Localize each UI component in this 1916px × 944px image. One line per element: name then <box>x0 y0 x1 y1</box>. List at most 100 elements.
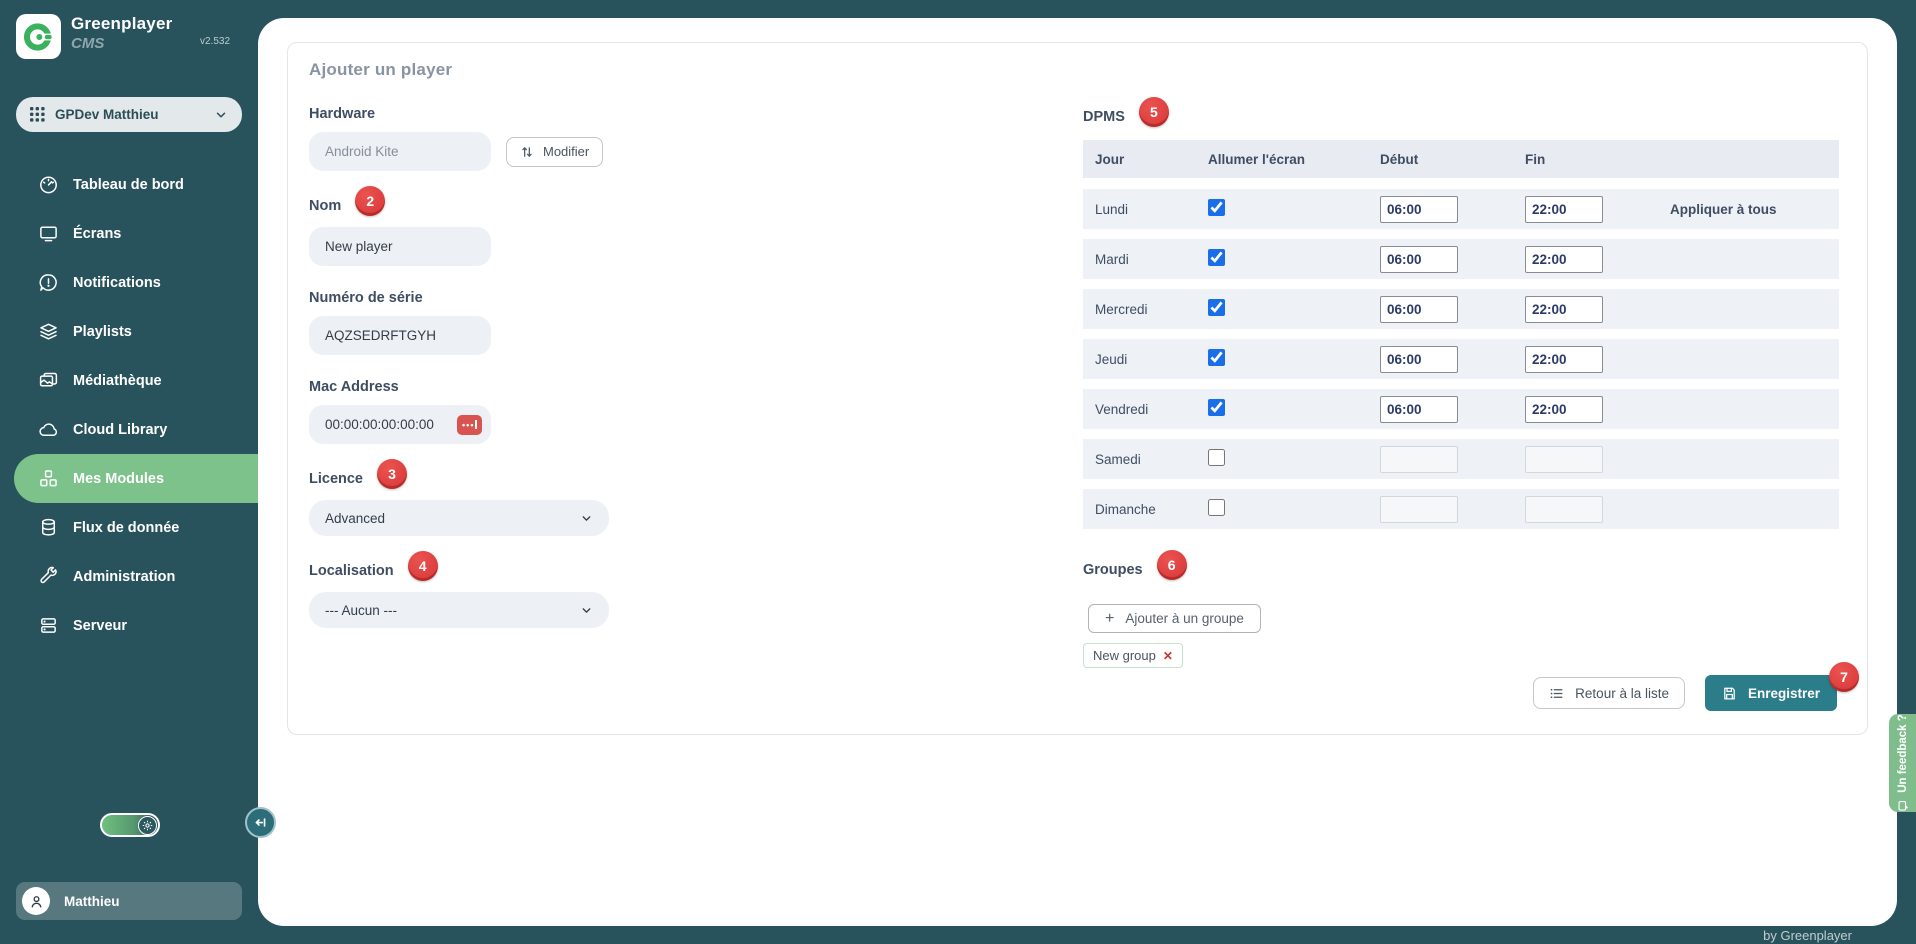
user-menu[interactable]: Matthieu <box>16 882 242 920</box>
sidebar-item-dashboard[interactable]: Tableau de bord <box>14 160 258 209</box>
version-label: v2.532 <box>200 36 230 47</box>
groupes-section: Groupes 6 + Ajouter à un groupe New grou… <box>1083 559 1839 668</box>
workspace-label: GPDev Matthieu <box>55 107 204 122</box>
sidebar-item-playlists[interactable]: Playlists <box>14 307 258 356</box>
plus-icon: + <box>1105 610 1114 628</box>
server-icon <box>38 615 59 636</box>
screen-on-checkbox[interactable] <box>1208 399 1225 416</box>
feedback-label: Un feedback ? <box>1897 714 1909 793</box>
sidebar-item-label: Tableau de bord <box>73 177 184 193</box>
screen-on-checkbox[interactable] <box>1208 349 1225 366</box>
nom-label: Nom <box>309 198 341 214</box>
sidebar-item-screens[interactable]: Écrans <box>14 209 258 258</box>
end-time-input[interactable] <box>1525 396 1603 423</box>
remove-group-icon[interactable]: ✕ <box>1163 649 1173 663</box>
sidebar-item-notifications[interactable]: Notifications <box>14 258 258 307</box>
save-button[interactable]: Enregistrer 7 <box>1705 675 1837 711</box>
sidebar-item-data-feed[interactable]: Flux de donnée <box>14 503 258 552</box>
media-library-icon <box>38 370 59 391</box>
screens-icon <box>38 223 59 244</box>
start-time-input[interactable] <box>1380 446 1458 473</box>
grid-icon <box>30 107 45 122</box>
data-feed-icon <box>38 517 59 538</box>
end-time-input[interactable] <box>1525 196 1603 223</box>
screen-on-checkbox[interactable] <box>1208 249 1225 266</box>
sidebar-item-modules[interactable]: Mes Modules <box>14 454 258 503</box>
main-panel: Ajouter un player Hardware Android Kite … <box>258 18 1897 926</box>
step-badge-5: 5 <box>1139 97 1169 127</box>
screen-on-checkbox[interactable] <box>1208 199 1225 216</box>
sidebar-item-label: Administration <box>73 569 175 585</box>
serial-input[interactable] <box>309 316 491 355</box>
sidebar-item-administration[interactable]: Administration <box>14 552 258 601</box>
day-label: Vendredi <box>1095 402 1208 417</box>
start-time-input[interactable] <box>1380 496 1458 523</box>
dpms-row-dimanche: Dimanche <box>1083 489 1839 529</box>
start-time-input[interactable] <box>1380 246 1458 273</box>
add-player-card: Ajouter un player Hardware Android Kite … <box>287 42 1868 735</box>
localisation-select[interactable]: --- Aucun --- <box>309 592 609 628</box>
arrow-left-to-bar-icon <box>253 815 268 830</box>
step-badge-3: 3 <box>377 459 407 489</box>
back-to-list-button[interactable]: Retour à la liste <box>1533 677 1685 709</box>
day-label: Lundi <box>1095 202 1208 217</box>
end-time-input[interactable] <box>1525 346 1603 373</box>
licence-select[interactable]: Advanced <box>309 500 609 536</box>
group-tag: New group✕ <box>1083 643 1183 668</box>
start-time-input[interactable] <box>1380 346 1458 373</box>
start-time-input[interactable] <box>1380 196 1458 223</box>
feedback-tab[interactable]: Un feedback ? <box>1889 714 1916 812</box>
sidebar-item-label: Notifications <box>73 275 161 291</box>
dpms-column-header: Allumer l'écran <box>1208 152 1380 167</box>
screen-on-checkbox[interactable] <box>1208 499 1225 516</box>
dpms-row-mercredi: Mercredi <box>1083 289 1839 329</box>
chevron-down-icon <box>580 512 593 525</box>
collapse-sidebar-button[interactable] <box>245 807 276 838</box>
step-badge-4: 4 <box>408 551 438 581</box>
input-mask-icon: ••• <box>457 415 482 435</box>
dpms-row-samedi: Samedi <box>1083 439 1839 479</box>
dpms-column-header: Jour <box>1095 152 1208 167</box>
groupes-label: Groupes <box>1083 562 1143 578</box>
end-time-input[interactable] <box>1525 246 1603 273</box>
sidebar-item-cloud-library[interactable]: Cloud Library <box>14 405 258 454</box>
end-time-input[interactable] <box>1525 296 1603 323</box>
apply-to-all-link[interactable]: Appliquer à tous <box>1670 202 1777 217</box>
page-title: Ajouter un player <box>309 60 452 80</box>
step-badge-6: 6 <box>1157 550 1187 580</box>
screen-on-checkbox[interactable] <box>1208 449 1225 466</box>
modify-hardware-button[interactable]: Modifier <box>506 137 603 167</box>
sidebar-nav: Tableau de bord Écrans Notifications Playli… <box>0 160 258 650</box>
brand-sub: CMS <box>71 35 172 52</box>
screen-on-checkbox[interactable] <box>1208 299 1225 316</box>
swap-vertical-icon <box>520 145 534 159</box>
day-label: Mercredi <box>1095 302 1208 317</box>
sidebar-item-label: Serveur <box>73 618 127 634</box>
add-to-group-button[interactable]: + Ajouter à un groupe <box>1088 604 1261 633</box>
serial-label: Numéro de série <box>309 290 629 306</box>
theme-toggle[interactable] <box>100 813 160 837</box>
mac-input[interactable]: 00:00:00:00:00:00 ••• <box>309 405 491 444</box>
chevron-down-icon <box>214 108 228 122</box>
sidebar-item-server[interactable]: Serveur <box>14 601 258 650</box>
sidebar-item-label: Flux de donnée <box>73 520 179 536</box>
sidebar-item-label: Médiathèque <box>73 373 162 389</box>
chevron-down-icon <box>580 604 593 617</box>
end-time-input[interactable] <box>1525 496 1603 523</box>
sidebar-item-label: Écrans <box>73 226 121 242</box>
sidebar-item-label: Playlists <box>73 324 132 340</box>
sidebar-item-label: Mes Modules <box>73 471 164 487</box>
start-time-input[interactable] <box>1380 296 1458 323</box>
workspace-selector[interactable]: GPDev Matthieu <box>16 97 242 132</box>
list-icon <box>1549 686 1564 701</box>
end-time-input[interactable] <box>1525 446 1603 473</box>
brand: Greenplayer CMS <box>16 14 172 59</box>
brand-name: Greenplayer <box>71 14 172 34</box>
dpms-row-mardi: Mardi <box>1083 239 1839 279</box>
sidebar-item-media-library[interactable]: Médiathèque <box>14 356 258 405</box>
nom-input[interactable] <box>309 227 491 266</box>
day-label: Mardi <box>1095 252 1208 267</box>
app-root: { "sidebar": { "brand": { "name": "Green… <box>0 0 1916 944</box>
day-label: Jeudi <box>1095 352 1208 367</box>
start-time-input[interactable] <box>1380 396 1458 423</box>
